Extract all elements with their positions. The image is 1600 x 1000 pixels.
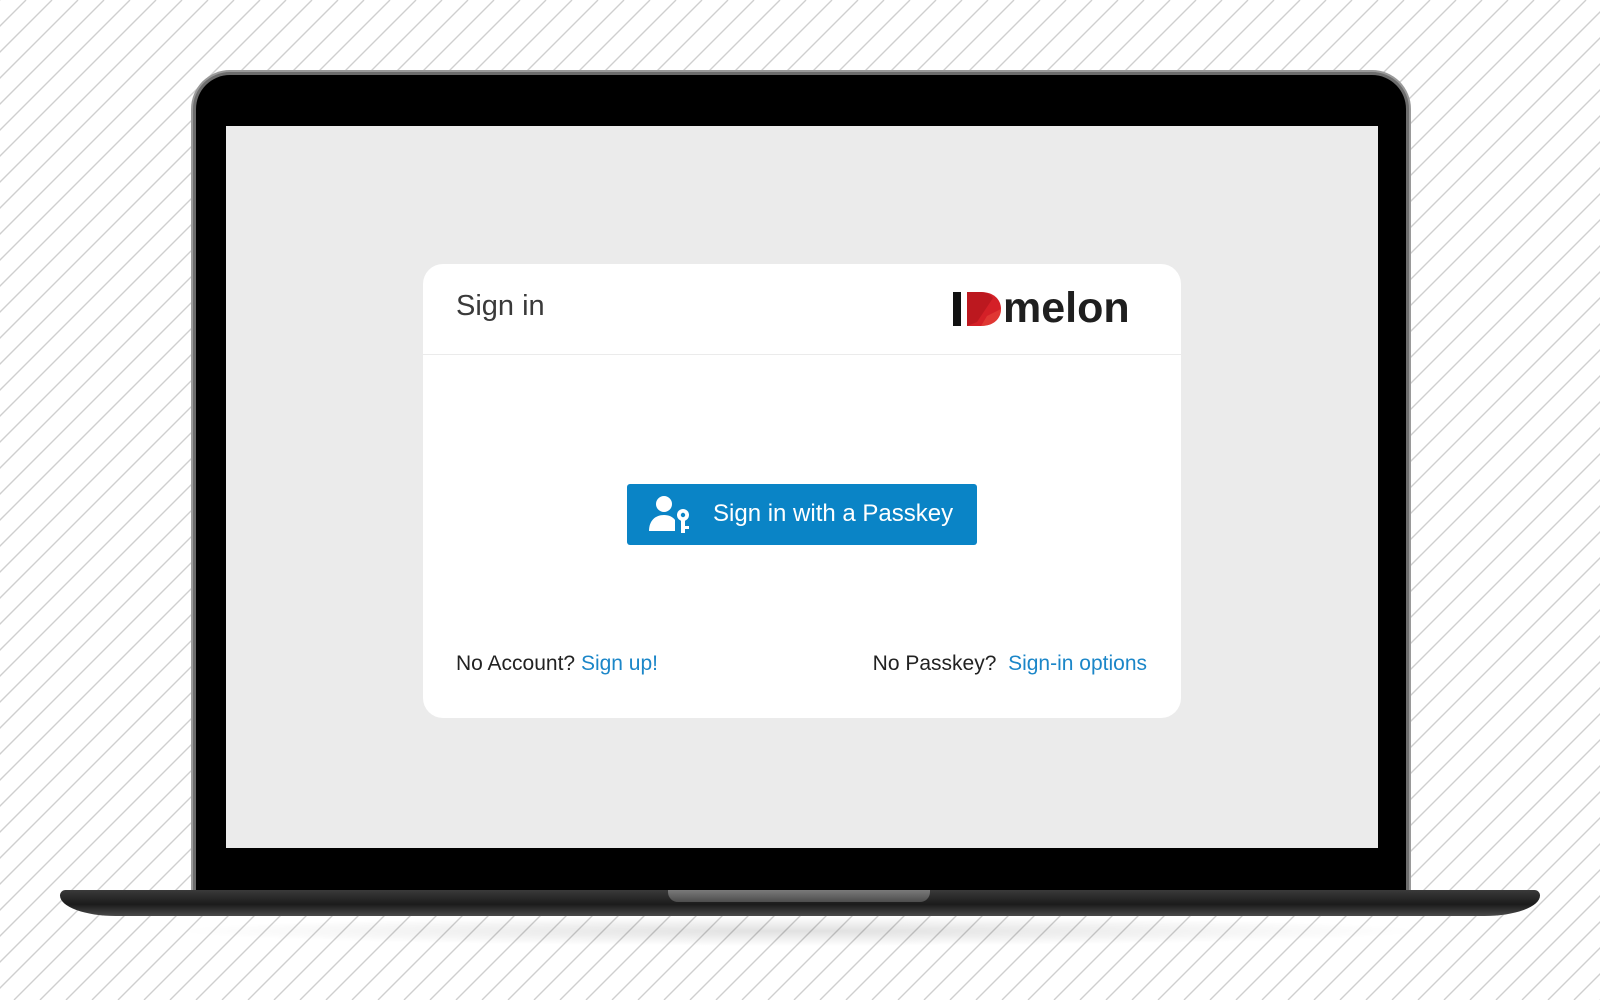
logo-letter-i <box>953 292 961 326</box>
logo-letter-d <box>967 292 1001 326</box>
background-stripe <box>1443 843 1600 1000</box>
background-stripe <box>0 0 183 183</box>
signup-prompt: No Account? Sign up! <box>456 652 658 676</box>
signup-link[interactable]: Sign up! <box>581 652 658 675</box>
background-stripe <box>0 0 105 105</box>
background-stripe <box>1521 921 1600 1000</box>
logo-wordmark: melon <box>1003 284 1130 332</box>
signin-passkey-button[interactable]: Sign in with a Passkey <box>627 484 977 545</box>
background-stripe <box>0 0 157 157</box>
background-stripe <box>0 0 79 79</box>
background-stripe <box>0 0 27 27</box>
page-title: Sign in <box>456 290 545 322</box>
signin-options-link[interactable]: Sign-in options <box>1008 652 1147 675</box>
no-account-text: No Account? <box>456 652 576 675</box>
background-stripe <box>1573 973 1600 1000</box>
user-key-icon <box>649 496 689 533</box>
idmelon-logo: melon <box>953 284 1143 332</box>
no-passkey-text: No Passkey? <box>872 652 997 675</box>
signin-passkey-label: Sign in with a Passkey <box>713 500 954 527</box>
background-stripe <box>1417 817 1600 1000</box>
laptop-hinge-notch <box>668 890 930 902</box>
laptop-shadow <box>170 916 1430 946</box>
signin-card: Sign in melon Sign in with a Passkey No … <box>423 264 1181 718</box>
background-stripe <box>1495 895 1600 1000</box>
card-header: Sign in melon <box>423 264 1181 355</box>
laptop-screen: Sign in melon Sign in with a Passkey No … <box>226 126 1378 848</box>
signin-options-prompt: No Passkey? Sign-in options <box>873 652 1147 676</box>
